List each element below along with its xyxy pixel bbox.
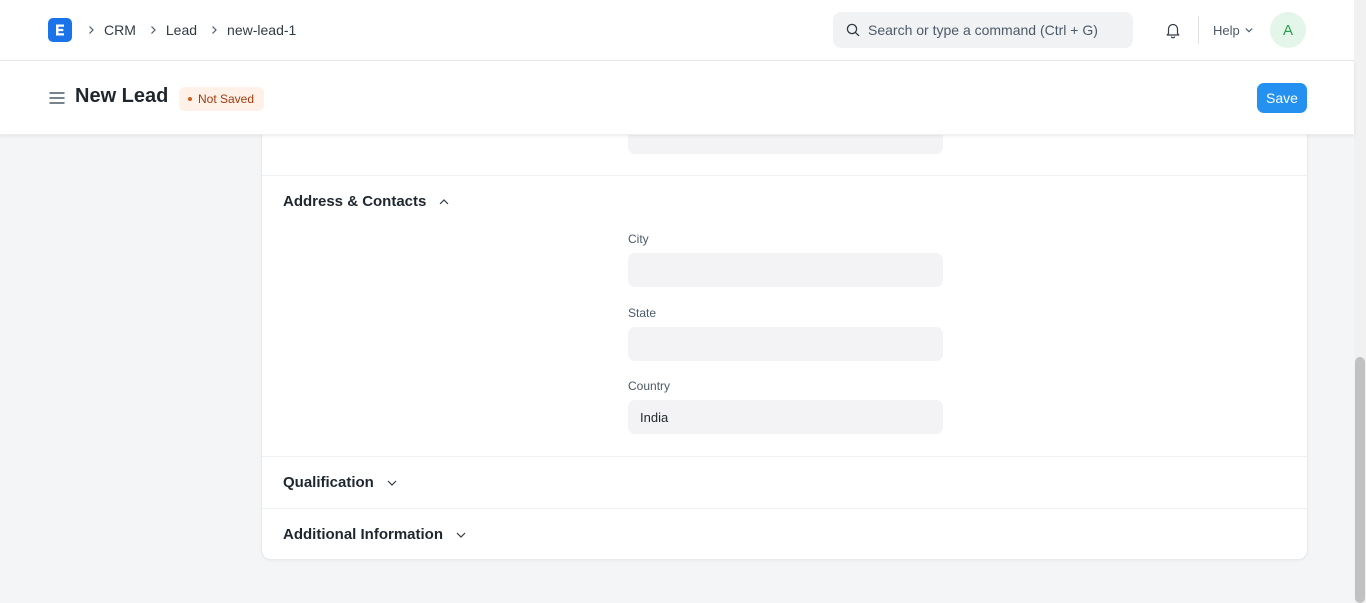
chevron-down-icon <box>455 529 467 541</box>
section-divider <box>262 175 1307 176</box>
status-badge: Not Saved <box>179 87 265 111</box>
section-title: Address & Contacts <box>283 193 427 210</box>
page-scrollbar-thumb[interactable] <box>1355 357 1365 603</box>
hamburger-icon[interactable] <box>48 89 66 107</box>
chevron-right-icon <box>148 25 158 35</box>
awesomebar[interactable] <box>833 12 1133 48</box>
section-divider <box>262 508 1307 509</box>
form-card: Address & Contacts City State Country Qu… <box>261 100 1308 560</box>
status-label: Not Saved <box>198 92 255 106</box>
section-title: Additional Information <box>283 526 443 543</box>
save-button[interactable]: Save <box>1257 83 1307 113</box>
help-dropdown[interactable]: Help <box>1213 0 1254 60</box>
state-input[interactable] <box>628 327 943 361</box>
section-address-contacts[interactable]: Address & Contacts <box>283 193 450 210</box>
breadcrumb-crm[interactable]: CRM <box>104 22 136 38</box>
city-input[interactable] <box>628 253 943 287</box>
city-label: City <box>628 232 649 246</box>
chevron-up-icon <box>438 196 450 208</box>
breadcrumb-lead[interactable]: Lead <box>166 22 197 38</box>
notifications-button[interactable] <box>1163 20 1183 40</box>
section-title: Qualification <box>283 474 374 491</box>
search-icon <box>846 23 860 37</box>
chevron-right-icon <box>86 25 96 35</box>
chevron-right-icon <box>209 25 219 35</box>
country-label: Country <box>628 379 671 393</box>
status-dot <box>188 97 192 101</box>
bell-icon <box>1166 23 1180 39</box>
navbar-divider <box>1198 16 1199 44</box>
section-qualification[interactable]: Qualification <box>283 474 398 491</box>
help-label: Help <box>1213 22 1240 38</box>
section-divider <box>262 456 1307 457</box>
breadcrumb-current[interactable]: new-lead-1 <box>227 22 296 38</box>
state-label: State <box>628 306 657 320</box>
chevron-down-icon <box>386 477 398 489</box>
chevron-down-icon <box>1245 28 1253 33</box>
search-input[interactable] <box>868 22 1128 38</box>
breadcrumb: CRM Lead new-lead-1 <box>86 0 308 60</box>
app-logo-icon <box>56 24 64 36</box>
top-navbar: CRM Lead new-lead-1 Help A <box>0 0 1354 61</box>
section-additional-information[interactable]: Additional Information <box>283 526 467 543</box>
app-logo[interactable] <box>48 18 72 42</box>
page-head: New Lead Not Saved Save <box>0 61 1354 135</box>
avatar[interactable]: A <box>1270 12 1306 48</box>
page-title: New Lead <box>75 85 169 107</box>
country-input[interactable] <box>628 400 943 434</box>
